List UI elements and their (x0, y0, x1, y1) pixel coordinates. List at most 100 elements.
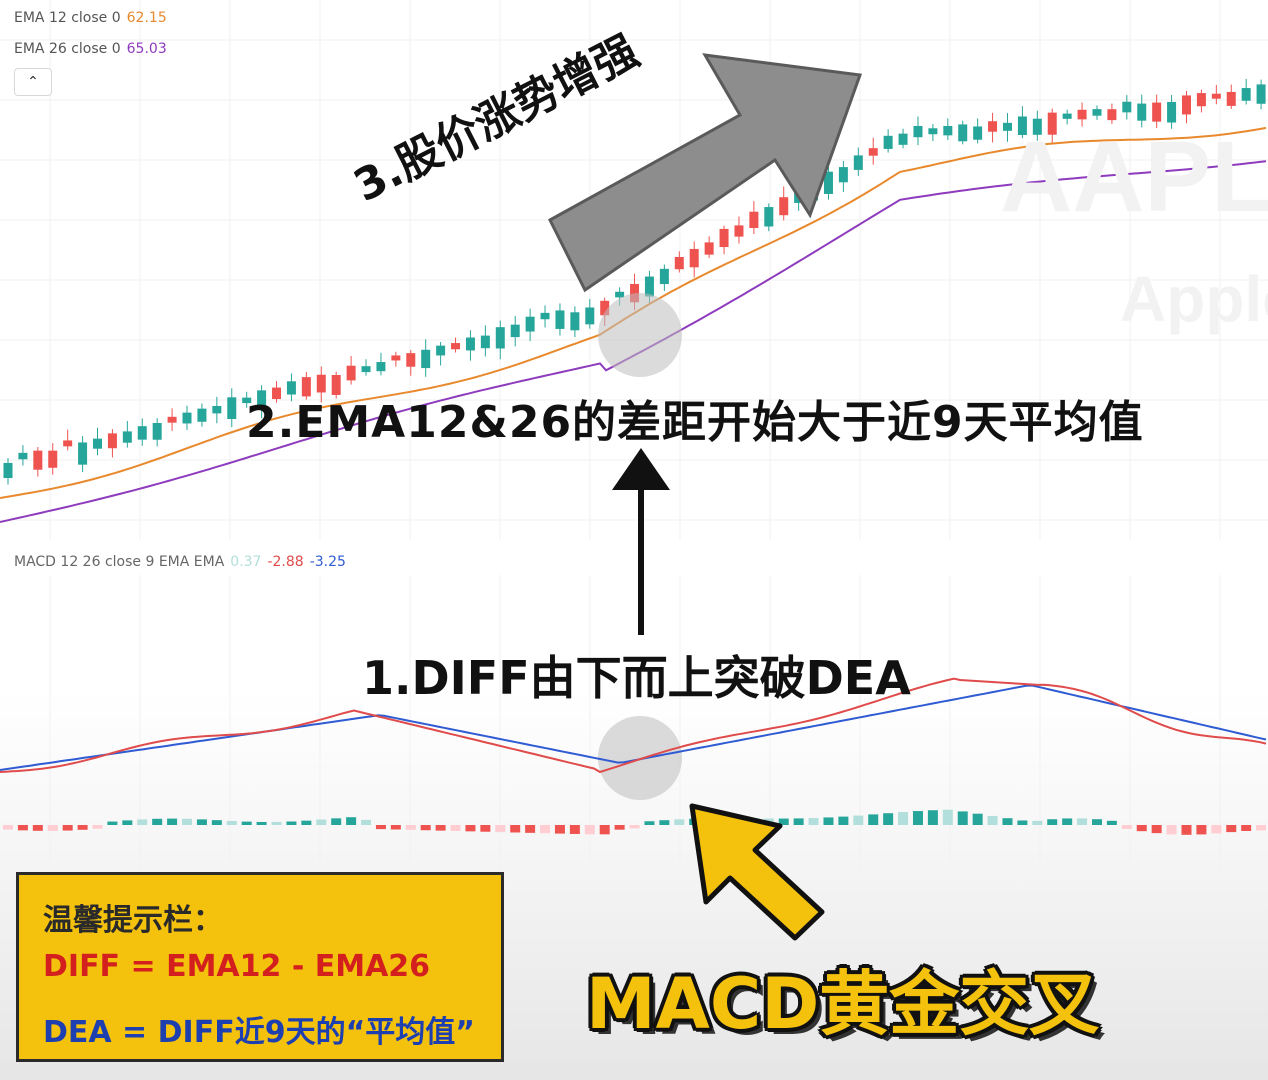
highlight-circle-cross (598, 716, 682, 800)
macd-histogram-bar (316, 819, 327, 825)
macd-histogram-bar (361, 819, 372, 825)
candle-body (928, 128, 938, 135)
candle-body (361, 366, 371, 373)
tips-box: 温馨提示栏： DIFF = EMA12 - EMA26 DEA = DIFF近9… (16, 872, 504, 1062)
candle-body (615, 291, 625, 298)
macd-histogram-bar (420, 825, 431, 831)
macd-histogram-bar (942, 809, 953, 825)
collapse-legend-button[interactable]: ⌃ (14, 68, 52, 96)
macd-histogram-bar (152, 818, 163, 825)
candle-body (943, 125, 953, 136)
candle-body (227, 397, 237, 419)
candle-body (1226, 91, 1236, 106)
macd-histogram-bar (17, 825, 28, 831)
macd-histogram-bar (1196, 825, 1207, 835)
candle-body (1196, 93, 1206, 107)
macd-histogram-bar (495, 825, 506, 833)
macd-legend: MACD 12 26 close 9 EMA EMA 0.37 -2.88 -3.25 (14, 554, 352, 570)
ema12-legend-label: EMA 12 close 0 (14, 10, 121, 26)
candle-body (48, 450, 58, 468)
macd-histogram-bar (241, 821, 252, 825)
macd-histogram-bar (271, 821, 282, 825)
macd-histogram-bar (1017, 820, 1028, 825)
macd-histogram-bar (182, 818, 193, 825)
candle-body (1256, 84, 1266, 104)
annotation-step1: 1.DIFF由下而上突破DEA (362, 651, 911, 705)
candle-body (391, 355, 401, 361)
candle-body (376, 362, 386, 372)
macd-histogram-bar (1136, 825, 1147, 832)
up-arrow-icon (612, 448, 670, 490)
macd-histogram-bar (435, 825, 446, 831)
candle-body (406, 353, 416, 367)
macd-histogram-bar (390, 825, 401, 830)
golden-cross-title: MACD黄金交叉 (586, 963, 1100, 1045)
macd-histogram-bar (525, 825, 536, 833)
watermark-name: Apple (1120, 263, 1268, 335)
macd-histogram-bar (1211, 825, 1222, 834)
candle-body (436, 345, 446, 356)
candle-body (346, 365, 356, 381)
candle-body (868, 148, 878, 156)
macd-histogram-bar (1002, 818, 1013, 825)
candle-body (510, 324, 520, 338)
candle-body (1077, 109, 1087, 120)
macd-histogram-bar (405, 825, 416, 830)
candle-body (1062, 113, 1072, 119)
macd-histogram-bar (584, 825, 595, 835)
tips-title: 温馨提示栏： (43, 903, 223, 938)
macd-histogram-bar (480, 825, 491, 832)
macd-histogram-bar (331, 818, 342, 825)
macd-histogram-bar (62, 825, 73, 831)
macd-histogram-bar (1241, 825, 1252, 831)
candle-body (570, 312, 580, 331)
macd-histogram-bar (912, 811, 923, 825)
candle-body (764, 207, 774, 227)
macd-histogram-bar (674, 819, 685, 825)
macd-histogram-bar (3, 825, 13, 830)
watermark-ticker: AAPL (1000, 121, 1268, 233)
candle-body (1092, 109, 1102, 116)
macd-histogram-bar (510, 825, 521, 833)
ema12-legend: EMA 12 close 0 62.15 (14, 10, 167, 26)
macd-histogram-bar (927, 810, 938, 825)
candle-body (167, 416, 177, 423)
macd-histogram-bar (211, 820, 222, 825)
macd-legend-hist: 0.37 (230, 554, 262, 570)
candle-body (585, 307, 595, 325)
candle-body (540, 312, 550, 320)
macd-histogram-bar (77, 825, 88, 830)
candle-body (465, 337, 475, 351)
macd-histogram-bar (375, 825, 386, 830)
macd-legend-macd: -2.88 (267, 554, 304, 570)
candle-body (704, 242, 714, 255)
macd-legend-signal: -3.25 (309, 554, 346, 570)
macd-histogram-bar (853, 815, 864, 825)
macd-histogram-bar (644, 821, 655, 825)
candle-body (525, 316, 535, 332)
candle-body (137, 426, 147, 440)
candle-body (719, 228, 729, 248)
candle-body (78, 442, 88, 465)
macd-histogram-bar (1226, 825, 1237, 833)
macd-histogram-bar (137, 819, 148, 825)
candle-body (958, 124, 968, 142)
candle-body (1181, 95, 1191, 115)
ema12-legend-value: 62.15 (126, 10, 167, 26)
macd-histogram-bar (1106, 820, 1117, 825)
macd-histogram-bar (599, 825, 610, 835)
macd-histogram-bar (883, 813, 894, 825)
macd-histogram-bar (1077, 818, 1088, 825)
macd-histogram-bar (554, 825, 565, 834)
macd-histogram-bar (1166, 825, 1177, 835)
candle-body (1137, 103, 1147, 121)
macd-histogram-bar (1047, 819, 1058, 825)
macd-histogram-bar (122, 820, 133, 825)
macd-histogram-bar (823, 817, 834, 825)
candle-body (734, 225, 744, 237)
macd-histogram-bar (540, 825, 551, 834)
candle-body (674, 256, 684, 270)
candle-body (1107, 109, 1117, 121)
candle-body (1152, 102, 1162, 122)
candle-body (749, 211, 759, 229)
